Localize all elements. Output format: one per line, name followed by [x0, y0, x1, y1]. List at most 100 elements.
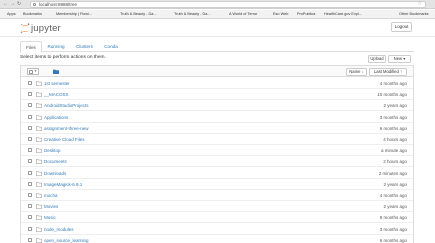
tab-files[interactable]: Files	[20, 41, 42, 53]
jupyter-logo-icon	[20, 23, 30, 34]
row-checkbox[interactable]	[28, 103, 32, 108]
file-list: ▾ Name ↓ Last Modified ↑ 1st semester 4 m…	[20, 65, 414, 243]
file-modified: 3 months ago	[379, 226, 407, 232]
folder-icon	[36, 215, 42, 221]
upload-button[interactable]: Upload	[368, 55, 386, 63]
file-modified: 2 minutes ago	[378, 170, 407, 176]
tab-running[interactable]: Running	[43, 41, 69, 52]
list-item[interactable]: node_modules 3 months ago	[21, 224, 413, 235]
file-modified: a minute ago	[380, 148, 407, 154]
folder-icon	[36, 92, 42, 98]
bookmark-apps[interactable]: Apps	[3, 10, 16, 19]
bookmark-truth-beauty-2[interactable]: Truth & Beauty - Da...	[170, 10, 211, 19]
file-modified: 4 hours ago	[383, 137, 407, 142]
info-icon[interactable]	[33, 3, 36, 6]
back-icon[interactable]: ←	[3, 1, 8, 8]
tab-clusters[interactable]: Clusters	[71, 41, 98, 52]
site-icon	[320, 13, 323, 16]
row-checkbox[interactable]	[28, 193, 32, 197]
row-checkbox[interactable]	[28, 204, 32, 209]
folder-icon	[36, 182, 42, 187]
file-name-link[interactable]: Creative Cloud Files	[44, 134, 85, 145]
home-folder-icon[interactable]	[53, 69, 59, 74]
tab-conda[interactable]: Conda	[100, 41, 122, 52]
list-item[interactable]: 1st semester 4 months ago	[21, 78, 413, 89]
forward-icon[interactable]: →	[10, 1, 15, 8]
row-checkbox[interactable]	[28, 237, 32, 242]
file-name-link[interactable]: __MACOSX	[44, 89, 69, 100]
bookmark-world-of-terror[interactable]: A World of Terror	[225, 10, 257, 19]
row-checkbox[interactable]	[28, 181, 32, 186]
row-checkbox[interactable]	[28, 81, 32, 85]
site-icon	[293, 13, 296, 16]
file-list-header: ▾ Name ↓ Last Modified ↑	[21, 66, 413, 77]
file-name-link[interactable]: ImageMagick-6.9.1	[44, 179, 82, 190]
site-icon	[269, 13, 272, 16]
folder-icon	[36, 170, 42, 176]
bookmarks-bar: Apps Bookmarks Membership | Flowi... Tru…	[0, 10, 435, 19]
list-item[interactable]: mocha 4 months ago	[21, 190, 413, 201]
file-name-link[interactable]: Downloads	[44, 168, 66, 179]
list-item[interactable]: ImageMagick-6.9.1 2 years ago	[21, 179, 413, 190]
bookmark-membership[interactable]: Membership | Flowi...	[52, 10, 92, 19]
row-checkbox[interactable]	[28, 170, 32, 175]
file-name-link[interactable]: Desktop	[44, 145, 61, 156]
site-icon	[52, 13, 55, 16]
folder-icon	[36, 103, 42, 109]
tab-bar: Files Running Clusters Conda	[20, 41, 414, 53]
list-item[interactable]: Downloads 2 minutes ago	[21, 168, 413, 179]
bookmark-bookmarks[interactable]: Bookmarks	[19, 10, 42, 19]
folder-icon	[36, 126, 42, 131]
sort-modified-button[interactable]: Last Modified ↑	[369, 67, 407, 76]
folder-icon	[395, 13, 398, 16]
new-button[interactable]: New ▾	[388, 55, 411, 63]
row-checkbox[interactable]	[28, 114, 32, 119]
row-checkbox[interactable]	[28, 92, 32, 97]
chevron-down-icon: ▾	[34, 69, 37, 73]
row-checkbox[interactable]	[28, 137, 32, 141]
list-item[interactable]: Creative Cloud Files 4 hours ago	[21, 134, 413, 145]
bookmark-propublica[interactable]: ProPublica	[293, 10, 315, 19]
list-item[interactable]: assignment-three-new 6 months ago	[21, 123, 413, 134]
file-name-link[interactable]: mocha	[44, 190, 58, 201]
file-name-link[interactable]: 1st semester	[44, 78, 70, 89]
list-item[interactable]: Music 8 months ago	[21, 212, 413, 224]
row-checkbox[interactable]	[28, 125, 32, 130]
list-item[interactable]: Movies 2 years ago	[21, 201, 413, 213]
file-name-link[interactable]: node_modules	[44, 224, 74, 235]
jupyter-logo[interactable]: jupyter	[20, 23, 68, 35]
reload-icon[interactable]: ↻	[17, 1, 21, 8]
list-item[interactable]: Applications 3 months ago	[21, 112, 413, 123]
browser-toolbar: ← → ↻ localhost:8888/tree ☆	[0, 0, 435, 9]
file-modified: 3 months ago	[379, 114, 407, 120]
bookmark-healthcare[interactable]: HealthCare.gov Expl...	[320, 10, 362, 19]
address-bar[interactable]: localhost:8888/tree ☆	[30, 1, 426, 8]
file-name-link[interactable]: Movies	[44, 201, 58, 212]
row-checkbox[interactable]	[28, 215, 32, 220]
select-all-checkbox[interactable]	[29, 70, 33, 74]
sort-name-button[interactable]: Name ↓	[346, 67, 367, 76]
file-name-link[interactable]: assignment-three-new	[44, 123, 89, 134]
logout-button[interactable]: Logout	[391, 22, 412, 32]
select-all-dropdown[interactable]: ▾	[27, 68, 39, 75]
list-item[interactable]: AndroidStudioProjects 2 years ago	[21, 100, 413, 112]
folder-icon	[36, 238, 42, 243]
list-item[interactable]: open_source_learning 6 months ago	[21, 235, 413, 243]
bookmark-eso-web[interactable]: Eso Web	[269, 10, 288, 19]
folder-icon	[36, 193, 42, 198]
row-checkbox[interactable]	[28, 159, 32, 164]
apps-icon	[3, 13, 6, 16]
bookmark-other[interactable]: Other Bookmarks	[395, 10, 429, 19]
file-name-link[interactable]: AndroidStudioProjects	[44, 100, 89, 111]
file-name-link[interactable]: Documents	[44, 156, 67, 167]
file-name-link[interactable]: Music	[44, 212, 56, 223]
bookmark-star-icon[interactable]: ☆	[418, 2, 422, 7]
row-checkbox[interactable]	[28, 226, 32, 231]
file-name-link[interactable]: open_source_learning	[44, 235, 89, 243]
bookmark-truth-beauty-1[interactable]: Truth & Beauty - Da...	[116, 10, 157, 19]
list-item[interactable]: Documents 2 hours ago	[21, 156, 413, 168]
list-item[interactable]: Desktop a minute ago	[21, 145, 413, 157]
list-item[interactable]: __MACOSX 10 months ago	[21, 89, 413, 101]
row-checkbox[interactable]	[28, 148, 32, 153]
file-name-link[interactable]: Applications	[44, 112, 68, 123]
